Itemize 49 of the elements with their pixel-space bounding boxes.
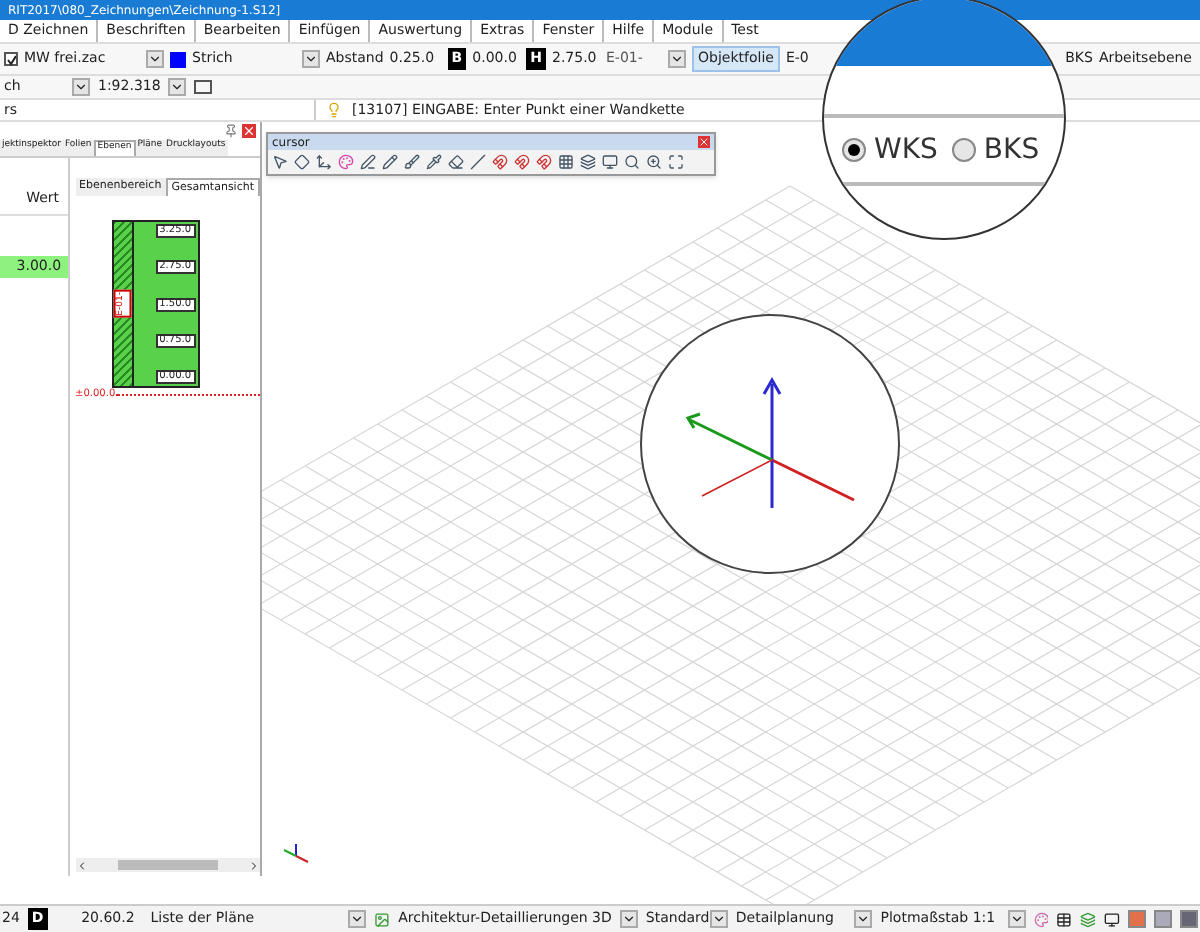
line-color-swatch[interactable] <box>170 51 186 67</box>
lightbulb-icon <box>326 102 342 118</box>
move-icon[interactable] <box>316 154 332 170</box>
scroll-left-icon[interactable] <box>75 859 88 871</box>
magnet-icon[interactable] <box>492 154 508 170</box>
window-icon[interactable] <box>194 80 213 94</box>
monitor-icon[interactable] <box>602 154 618 170</box>
line-icon[interactable] <box>470 154 486 170</box>
pen-line-icon[interactable] <box>360 154 376 170</box>
dropdown-arrow-icon[interactable] <box>854 910 873 928</box>
close-icon[interactable] <box>698 136 710 148</box>
dropdown-arrow-icon[interactable] <box>168 78 187 96</box>
dropdown-arrow-icon[interactable] <box>619 910 638 928</box>
pipette-icon[interactable] <box>426 154 442 170</box>
search-icon[interactable] <box>624 154 640 170</box>
monitor-icon[interactable] <box>1104 911 1121 927</box>
radio-button[interactable] <box>842 138 866 162</box>
dropdown-arrow-icon[interactable] <box>72 78 90 96</box>
dropdown-arrow-icon[interactable] <box>1007 910 1026 928</box>
magnet-icon[interactable] <box>514 154 530 170</box>
radio-button[interactable] <box>951 138 976 162</box>
dropdown-arrow-icon[interactable] <box>709 910 728 928</box>
layers-icon[interactable] <box>580 154 596 170</box>
radio-label: WKS <box>874 131 938 169</box>
pencil-icon[interactable] <box>382 154 398 170</box>
close-icon[interactable] <box>242 124 256 138</box>
palette-icon[interactable] <box>1033 911 1049 927</box>
image-icon[interactable] <box>374 911 391 927</box>
maximize-icon[interactable] <box>668 154 684 170</box>
table-icon[interactable] <box>1056 911 1073 927</box>
dropdown-arrow-icon[interactable] <box>302 50 320 68</box>
checkbox[interactable] <box>4 52 18 66</box>
dropdown-arrow-icon[interactable] <box>348 910 367 928</box>
layers-icon[interactable] <box>1080 911 1097 927</box>
magnet-icon[interactable] <box>536 154 552 170</box>
palette-icon[interactable] <box>338 154 354 170</box>
pin-icon[interactable] <box>224 124 238 138</box>
grid-icon[interactable] <box>558 154 574 170</box>
brush-icon[interactable] <box>404 154 420 170</box>
pointer-icon[interactable] <box>272 154 288 170</box>
dropdown-arrow-icon[interactable] <box>146 50 164 68</box>
dropdown-arrow-icon[interactable] <box>668 50 686 68</box>
eraser-icon[interactable] <box>448 154 464 170</box>
diamond-icon[interactable] <box>294 154 310 170</box>
radio-label: BKS <box>983 131 1040 169</box>
horizontal-scrollbar[interactable] <box>75 858 260 872</box>
scroll-right-icon[interactable] <box>248 859 260 871</box>
zoom-in-icon[interactable] <box>646 154 662 170</box>
axis-triad-icon <box>282 844 310 864</box>
